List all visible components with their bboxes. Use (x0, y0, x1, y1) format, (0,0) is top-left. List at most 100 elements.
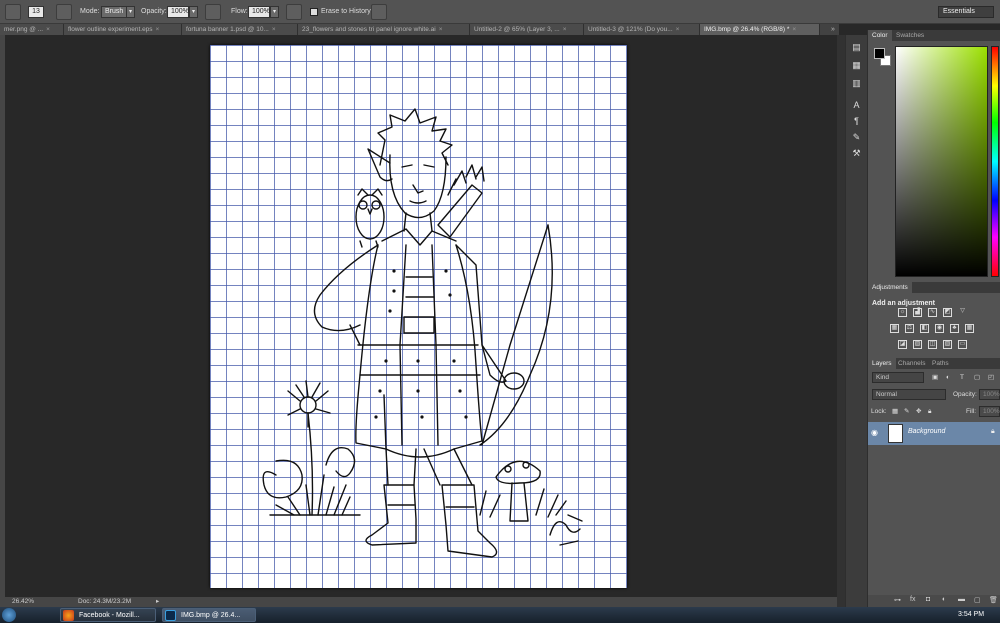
tab-paths[interactable]: Paths (928, 358, 953, 369)
taskbar-item-photoshop[interactable]: IMG.bmp @ 26.4... (162, 608, 256, 622)
new-group-icon[interactable]: ▬ (958, 596, 965, 603)
layer-style-icon[interactable]: fx (910, 596, 915, 603)
character-panel-icon[interactable]: A (849, 99, 864, 112)
foreground-color-swatch[interactable] (874, 48, 885, 59)
paragraph-panel-icon[interactable]: ¶ (849, 115, 864, 128)
close-icon[interactable]: × (439, 26, 443, 33)
properties-panel-icon[interactable]: ▦ (849, 59, 864, 72)
airbrush-icon[interactable] (286, 4, 302, 20)
filter-adjustment-icon[interactable]: ◐ (946, 373, 950, 383)
visibility-eye-icon[interactable]: ◉ (871, 428, 878, 437)
color-balance-icon[interactable]: ⚖ (905, 324, 914, 333)
document-tab[interactable]: flower outline experiment.eps × (64, 24, 182, 35)
delete-layer-icon[interactable]: 🗑︎ (989, 596, 998, 604)
tool-preset-picker-icon[interactable] (5, 4, 21, 20)
document-canvas[interactable] (210, 45, 627, 588)
status-menu-arrow-icon[interactable]: ▸ (156, 597, 159, 607)
opacity-dropdown-icon[interactable]: ▾ (189, 6, 198, 18)
workspace-switcher[interactable]: Essentials (938, 6, 994, 18)
vertical-scrollbar[interactable] (837, 35, 845, 607)
canvas-area (5, 35, 837, 597)
mode-select[interactable]: Brush (101, 6, 127, 18)
erase-to-history-checkbox[interactable] (310, 8, 318, 16)
zoom-level[interactable]: 26.42% (12, 597, 34, 607)
close-icon[interactable]: × (676, 26, 680, 33)
posterize-icon[interactable]: ▨ (913, 340, 922, 349)
layer-fill-input[interactable]: 100% (979, 406, 1000, 417)
filter-type-icon[interactable]: T (960, 373, 964, 383)
document-tab-active[interactable]: IMG.bmp @ 26.4% (RGB/8) * × (700, 24, 820, 35)
tab-color[interactable]: Color (868, 30, 892, 41)
document-tab[interactable]: mer.png @ ... × (0, 24, 64, 35)
pressure-size-icon[interactable] (371, 4, 387, 20)
link-layers-icon[interactable]: ⊶ (894, 596, 901, 604)
mode-label: Mode: (80, 8, 100, 15)
pressure-opacity-icon[interactable] (205, 4, 221, 20)
brush-size-picker[interactable]: 13 (28, 6, 44, 18)
tool-presets-icon[interactable]: ⚒ (849, 147, 864, 160)
channel-mixer-icon[interactable]: ♣ (950, 324, 959, 333)
start-button[interactable] (2, 608, 16, 622)
lock-transparent-icon[interactable]: ▦ (892, 407, 898, 417)
document-tab[interactable]: 23_flowers and stones tri panel ignore w… (298, 24, 470, 35)
brightness-contrast-icon[interactable]: ☼ (898, 308, 907, 317)
tab-channels[interactable]: Channels (894, 358, 929, 369)
add-mask-icon[interactable]: ◘ (926, 596, 930, 603)
photoshop-icon (165, 610, 176, 621)
black-white-icon[interactable]: ◧ (920, 324, 929, 333)
close-icon[interactable]: × (46, 26, 50, 33)
tab-label: mer.png @ ... (4, 26, 44, 33)
hue-slider[interactable] (991, 46, 999, 277)
swatches-panel-icon[interactable]: ▥ (849, 77, 864, 90)
opacity-input[interactable]: 100% (167, 6, 189, 18)
taskbar-label: IMG.bmp @ 26.4... (181, 612, 241, 619)
filter-smart-object-icon[interactable]: ◰ (988, 373, 994, 383)
new-adjustment-layer-icon[interactable]: ◐ (942, 596, 946, 603)
brush-presets-icon[interactable]: ✎ (849, 131, 864, 144)
layer-opacity-input[interactable]: 100% (979, 389, 1000, 400)
levels-icon[interactable]: ▟ (913, 308, 922, 317)
color-picker-field[interactable] (895, 46, 988, 277)
history-panel-icon[interactable]: ▤ (849, 41, 864, 54)
hue-saturation-icon[interactable]: ▦ (890, 324, 899, 333)
curves-icon[interactable]: ∿ (928, 308, 937, 317)
lock-all-icon[interactable]: 🔒︎ (928, 407, 931, 417)
layers-footer: ⊶ fx ◘ ◐ ▬ ▢ 🗑︎ (868, 595, 1000, 607)
layer-thumbnail (888, 424, 903, 443)
lock-image-icon[interactable]: ✎ (904, 407, 909, 417)
document-tab[interactable]: Untitled-2 @ 65% (Layer 3, ... × (470, 24, 584, 35)
layer-row-background[interactable]: ◉ Background 🔒︎ (868, 422, 1000, 445)
filter-pixel-icon[interactable]: ▣ (932, 373, 938, 383)
brush-panel-toggle-icon[interactable] (56, 4, 72, 20)
document-tab[interactable]: Untitled-3 @ 121% (Do you... × (584, 24, 700, 35)
close-icon[interactable]: × (272, 26, 276, 33)
layer-filter-kind[interactable]: Kind (872, 372, 924, 383)
invert-icon[interactable]: ◪ (898, 340, 907, 349)
taskbar-item-firefox[interactable]: Facebook - Mozill... (60, 608, 156, 622)
blend-mode-select[interactable]: Normal (872, 389, 946, 400)
windows-taskbar: Facebook - Mozill... IMG.bmp @ 26.4... 3… (0, 607, 1000, 623)
vibrance-icon[interactable]: ▽ (958, 308, 967, 317)
close-icon[interactable]: × (156, 26, 160, 33)
gradient-map-icon[interactable]: ▭ (958, 340, 967, 349)
filter-shape-icon[interactable]: ▢ (974, 373, 980, 383)
selective-color-icon[interactable]: ▧ (943, 340, 952, 349)
flow-input[interactable]: 100% (248, 6, 270, 18)
color-lookup-icon[interactable]: ▦ (965, 324, 974, 333)
close-icon[interactable]: × (792, 26, 796, 33)
new-layer-icon[interactable]: ▢ (974, 596, 981, 604)
lock-position-icon[interactable]: ✥ (916, 407, 921, 417)
threshold-icon[interactable]: ◫ (928, 340, 937, 349)
system-clock[interactable]: 3:54 PM (958, 607, 984, 623)
tab-adjustments[interactable]: Adjustments (868, 282, 912, 293)
layer-name[interactable]: Background (908, 428, 945, 435)
tab-layers[interactable]: Layers (868, 358, 896, 369)
tab-swatches[interactable]: Swatches (892, 30, 928, 41)
document-tab[interactable]: fortuna banner 1.psd @ 10... × (182, 24, 298, 35)
mode-dropdown-icon[interactable]: ▾ (126, 6, 135, 18)
close-icon[interactable]: × (563, 26, 567, 33)
tab-overflow-button[interactable]: » (827, 24, 839, 35)
photo-filter-icon[interactable]: ◉ (935, 324, 944, 333)
flow-dropdown-icon[interactable]: ▾ (270, 6, 279, 18)
exposure-icon[interactable]: ◩ (943, 308, 952, 317)
